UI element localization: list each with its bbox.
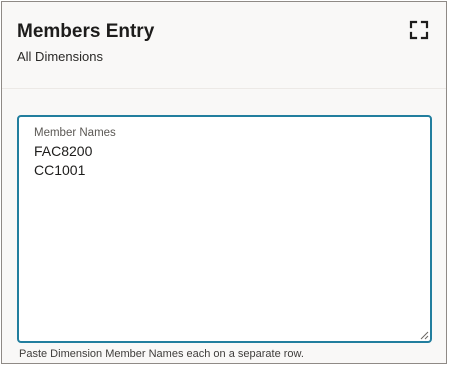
member-names-value[interactable]: FAC8200 CC1001 (34, 142, 420, 180)
member-names-textarea[interactable]: Member Names FAC8200 CC1001 (17, 115, 432, 343)
panel-subtitle: All Dimensions (17, 49, 103, 64)
panel-title: Members Entry (17, 21, 155, 42)
expand-button[interactable] (408, 19, 430, 41)
member-names-label: Member Names (34, 127, 116, 139)
resize-grip-icon[interactable] (419, 330, 429, 340)
panel-header: Members Entry All Dimensions (2, 2, 446, 89)
helper-text: Paste Dimension Member Names each on a s… (19, 348, 304, 360)
expand-icon (409, 20, 429, 40)
members-entry-panel: Members Entry All Dimensions Member Name… (1, 1, 447, 364)
